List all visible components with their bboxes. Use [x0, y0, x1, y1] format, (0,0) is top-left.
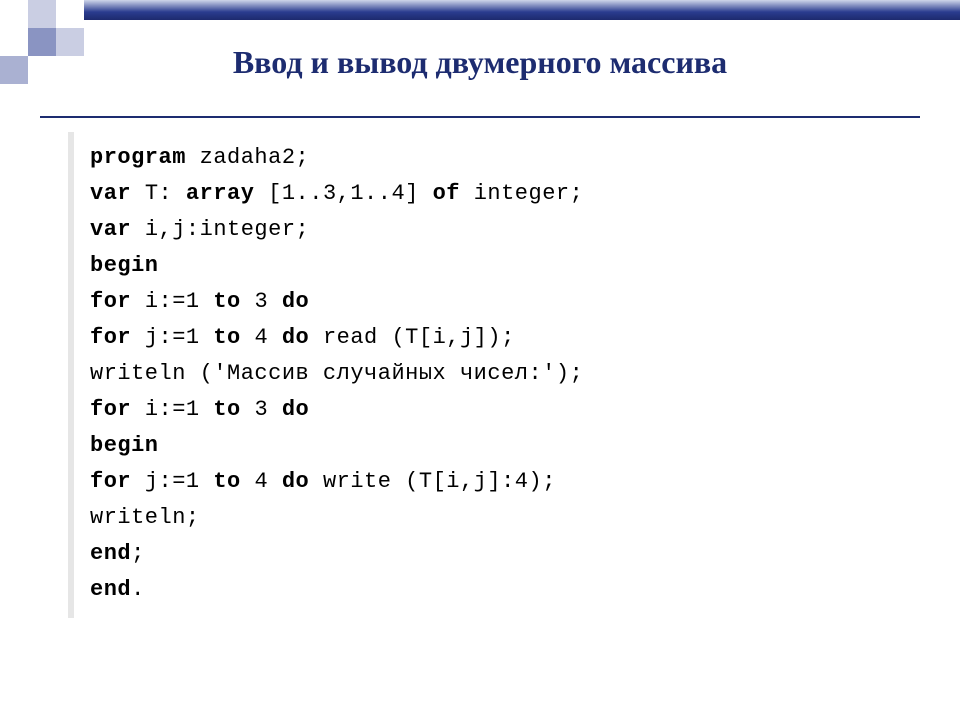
- code-text: ;: [131, 541, 145, 566]
- code-text: [1..3,1..4]: [268, 181, 432, 206]
- code-text: 4: [254, 469, 281, 494]
- code-text: T:: [145, 181, 186, 206]
- code-line: for i:=1 to 3 do: [90, 392, 690, 428]
- code-text: 3: [254, 397, 281, 422]
- code-text: j:=1: [145, 325, 214, 350]
- ornament-square: [28, 0, 56, 28]
- code-line: begin: [90, 248, 690, 284]
- code-line: writeln;: [90, 500, 690, 536]
- code-keyword: to: [213, 397, 254, 422]
- code-keyword: of: [433, 181, 474, 206]
- code-text: 3: [254, 289, 281, 314]
- slide: Ввод и вывод двумерного массива program …: [0, 0, 960, 720]
- code-line: begin: [90, 428, 690, 464]
- code-line: for j:=1 to 4 do write (T[i,j]:4);: [90, 464, 690, 500]
- code-line: end.: [90, 572, 690, 608]
- code-line: for i:=1 to 3 do: [90, 284, 690, 320]
- code-keyword: var: [90, 217, 145, 242]
- code-text: .: [131, 577, 145, 602]
- code-line: program zadaha2;: [90, 140, 690, 176]
- code-text: j:=1: [145, 469, 214, 494]
- code-keyword: do: [282, 325, 323, 350]
- code-line: end;: [90, 536, 690, 572]
- code-keyword: for: [90, 469, 145, 494]
- code-text: 4: [254, 325, 281, 350]
- code-keyword: for: [90, 397, 145, 422]
- code-keyword: to: [213, 469, 254, 494]
- code-keyword: do: [282, 289, 309, 314]
- code-keyword: array: [186, 181, 268, 206]
- code-text: writeln;: [90, 505, 200, 530]
- code-block: program zadaha2;var T: array [1..3,1..4]…: [68, 132, 690, 618]
- code-keyword: for: [90, 325, 145, 350]
- code-keyword: do: [282, 397, 309, 422]
- top-stripe: [84, 0, 960, 20]
- code-line: var T: array [1..3,1..4] of integer;: [90, 176, 690, 212]
- code-text: read (T[i,j]);: [323, 325, 515, 350]
- code-keyword: begin: [90, 253, 159, 278]
- code-text: write (T[i,j]:4);: [323, 469, 556, 494]
- title-underline: [40, 116, 920, 118]
- code-keyword: begin: [90, 433, 159, 458]
- code-keyword: var: [90, 181, 145, 206]
- code-text: zadaha2;: [200, 145, 310, 170]
- code-keyword: end: [90, 541, 131, 566]
- code-text: i,j:integer;: [145, 217, 309, 242]
- code-line: for j:=1 to 4 do read (T[i,j]);: [90, 320, 690, 356]
- code-keyword: to: [213, 325, 254, 350]
- code-text: writeln ('Массив случайных чисел:');: [90, 361, 583, 386]
- code-keyword: program: [90, 145, 200, 170]
- code-keyword: end: [90, 577, 131, 602]
- code-keyword: for: [90, 289, 145, 314]
- code-line: var i,j:integer;: [90, 212, 690, 248]
- code-keyword: to: [213, 289, 254, 314]
- code-text: i:=1: [145, 397, 214, 422]
- code-keyword: do: [282, 469, 323, 494]
- code-text: integer;: [474, 181, 584, 206]
- code-text: i:=1: [145, 289, 214, 314]
- code-line: writeln ('Массив случайных чисел:');: [90, 356, 690, 392]
- slide-title: Ввод и вывод двумерного массива: [0, 44, 960, 81]
